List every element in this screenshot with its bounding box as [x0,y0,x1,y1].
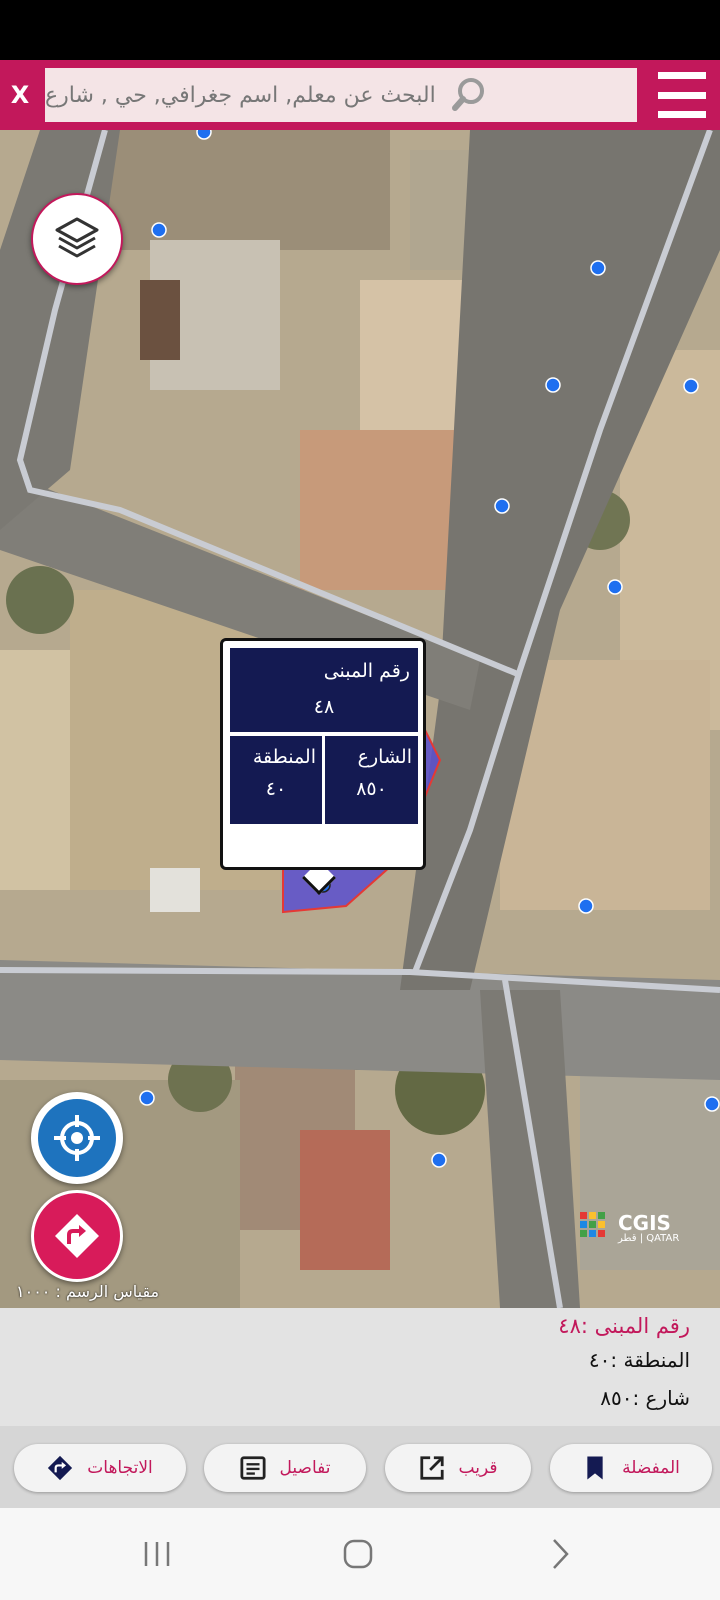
popup-street-value: ٨٥٠ [356,778,387,800]
locate-button[interactable] [31,1092,123,1184]
open-external-icon [419,1456,444,1480]
status-bar [0,0,720,60]
info-zone: المنطقة :٤٠ [588,1348,690,1372]
popup-building-value: ٤٨ [313,696,335,718]
address-marker[interactable] [151,222,167,238]
address-marker[interactable] [196,130,212,140]
popup-street-cell: الشارع ٨٥٠ [325,736,418,824]
cgis-logo-subtext: قطر | QATAR [618,1232,680,1244]
recent-apps-button[interactable] [127,1530,187,1578]
address-marker[interactable] [683,378,699,394]
nearby-button[interactable]: قريب [385,1444,531,1492]
favorites-label: المفضلة [622,1458,680,1478]
info-building-number: رقم المبنى :٤٨ [558,1314,690,1338]
details-icon [239,1456,266,1480]
details-label: تفاصيل [279,1458,331,1478]
address-marker[interactable] [607,579,623,595]
popup-zone-value: ٤٠ [265,778,287,800]
map-view[interactable]: مقياس الرسم : ١٠٠٠ CGIS قطر | QATAR رقم … [0,130,720,1308]
close-button[interactable]: X [0,60,40,130]
details-button[interactable]: تفاصيل [204,1444,366,1492]
info-street: شارع :٨٥٠ [600,1386,690,1410]
popup-building-label: رقم المبنى [323,660,410,682]
system-nav-bar [0,1508,720,1600]
search-icon[interactable] [450,75,490,115]
crosshair-icon [54,1115,100,1161]
bookmark-icon [587,1456,603,1480]
cgis-logo-mark [580,1212,605,1237]
popup-building-cell: رقم المبنى ٤٨ [230,648,418,732]
address-marker[interactable] [139,1090,155,1106]
favorites-button[interactable]: المفضلة [550,1444,712,1492]
layers-button[interactable] [31,193,123,285]
back-icon [553,1539,569,1569]
layers-icon [55,217,99,258]
search-bar: X البحث عن معلم, اسم جغرافي, حي , شارع [0,60,720,130]
route-button[interactable] [31,1190,123,1282]
home-button[interactable] [328,1530,388,1578]
actions-bar: المفضلة قريب تفاصيل الاتجاهات [0,1426,720,1508]
search-placeholder: البحث عن معلم, اسم جغرافي, حي , شارع [45,82,436,108]
address-popup[interactable]: رقم المبنى ٤٨ الشارع ٨٥٠ المنطقة ٤٠ [220,638,426,870]
recent-apps-icon [144,1542,170,1566]
address-marker[interactable] [704,1096,720,1112]
directions-icon [48,1455,73,1481]
cgis-logo: CGIS قطر | QATAR [578,1210,679,1246]
map-scale-label: مقياس الرسم : ١٠٠٠ [16,1282,160,1301]
directions-label: الاتجاهات [87,1458,153,1478]
address-marker[interactable] [494,498,510,514]
home-icon [343,1539,373,1569]
hamburger-menu-icon[interactable] [658,72,706,118]
directions-button[interactable]: الاتجاهات [14,1444,186,1492]
cgis-logo-text: CGIS [618,1210,671,1235]
popup-zone-label: المنطقة [252,746,316,768]
popup-zone-cell: المنطقة ٤٠ [230,736,322,824]
address-marker[interactable] [590,260,606,276]
address-marker[interactable] [578,898,594,914]
directions-icon [55,1214,99,1258]
nearby-label: قريب [458,1458,498,1478]
address-marker[interactable] [431,1152,447,1168]
search-input[interactable]: البحث عن معلم, اسم جغرافي, حي , شارع [45,68,637,122]
popup-street-label: الشارع [357,746,412,768]
back-button[interactable] [530,1530,590,1578]
address-info-panel: رقم المبنى :٤٨ المنطقة :٤٠ شارع :٨٥٠ [0,1308,720,1426]
address-marker[interactable] [545,377,561,393]
